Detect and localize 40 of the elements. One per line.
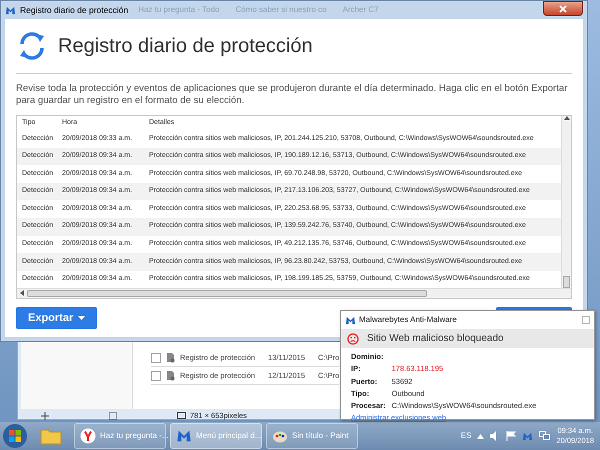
horizontal-scrollbar[interactable] xyxy=(17,288,571,298)
shield-logo-icon[interactable] xyxy=(522,430,534,442)
taskbar-button[interactable]: Haz tu pregunta -... xyxy=(74,423,166,449)
start-button[interactable] xyxy=(2,423,28,449)
scroll-thumb[interactable] xyxy=(27,290,427,297)
letter-y-icon xyxy=(80,428,96,444)
browser-tab[interactable]: Archer C7 xyxy=(336,4,385,16)
taskbar-button[interactable]: Menú principal d... xyxy=(170,423,262,449)
network-icon[interactable] xyxy=(539,431,550,441)
browser-tab[interactable]: Haz tu pregunta - Todo xyxy=(132,4,226,16)
description-text: Revise toda la protección y eventos de aplicaciones que se produjeron durante el día determinado. Haga clic en el botón Exportar para guardar un registro en el formato de su elección. xyxy=(16,83,568,107)
selection-icon xyxy=(109,412,117,420)
alert-title: Sitio Web malicioso bloqueado xyxy=(367,332,504,346)
export-button[interactable]: Exportar xyxy=(16,306,98,330)
language-indicator[interactable]: ES xyxy=(460,430,472,442)
browser-tab[interactable]: Cómo saber si nuestro co xyxy=(229,4,333,16)
taskbar-button[interactable]: Sin título - Paint xyxy=(266,423,358,449)
close-icon xyxy=(559,4,567,12)
up-arrow-icon[interactable] xyxy=(477,434,484,438)
document-icon xyxy=(166,370,175,380)
folder-icon[interactable] xyxy=(40,427,62,445)
app-name: Malwarebytes Anti-Malware xyxy=(359,314,457,326)
shield-logo-icon xyxy=(5,4,16,16)
scroll-thumb[interactable] xyxy=(563,276,570,288)
document-icon xyxy=(166,352,175,362)
page-title: Registro diario de protección xyxy=(58,34,313,58)
close-button[interactable] xyxy=(543,1,583,16)
canvas-size-icon xyxy=(177,412,186,420)
flag-icon[interactable] xyxy=(506,431,516,441)
caret-icon xyxy=(78,316,86,320)
shield-logo-icon xyxy=(176,428,192,444)
window-title: Registro diario de protección xyxy=(20,4,128,16)
sad-face-icon xyxy=(347,332,359,344)
checkbox[interactable] xyxy=(151,352,161,362)
scroll-up-icon[interactable] xyxy=(564,116,570,120)
shield-logo-icon xyxy=(345,314,356,326)
vertical-scrollbar[interactable] xyxy=(561,116,571,288)
scroll-left-icon[interactable] xyxy=(20,290,24,296)
move-icon xyxy=(41,412,49,420)
checkbox[interactable] xyxy=(151,370,161,380)
